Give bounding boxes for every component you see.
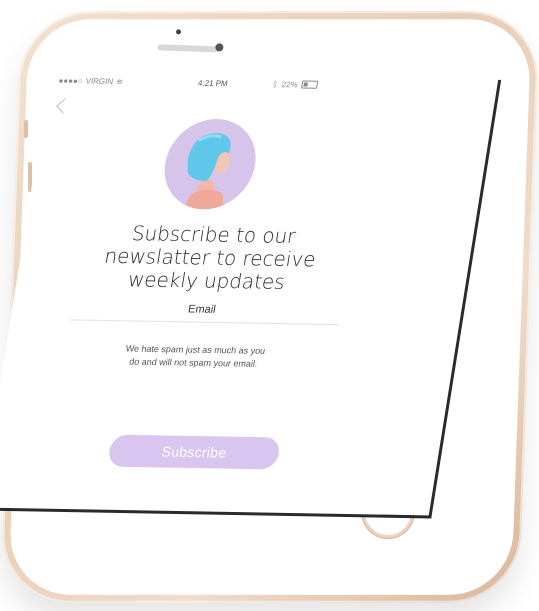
phone: ●●●●○ VIRGIN ≋ 4:21 PM ᛒ 22% Subscribe t…: [0, 11, 539, 603]
silent-switch: [24, 120, 28, 138]
battery-percent: 22%: [281, 79, 299, 89]
page-title: Subscribe to our newslatter to receive w…: [75, 221, 345, 295]
front-camera: [215, 43, 224, 52]
status-right: ᛒ 22%: [272, 79, 319, 89]
avatar-illustration: [164, 119, 256, 210]
disclaimer-text: We hate spam just as much as you do and …: [93, 342, 296, 372]
proximity-sensor: [175, 29, 182, 35]
battery-icon: [301, 80, 319, 89]
email-field-underline: [70, 319, 340, 326]
email-field[interactable]: Email: [151, 303, 253, 317]
back-arrow-icon[interactable]: [56, 98, 72, 114]
status-left: ●●●●○ VIRGIN ≋: [58, 76, 124, 86]
bluetooth-icon: ᛒ: [272, 79, 279, 89]
stage: ●●●●○ VIRGIN ≋ 4:21 PM ᛒ 22% Subscribe t…: [0, 0, 539, 611]
earpiece-speaker: [157, 44, 220, 53]
subscribe-button[interactable]: Subscribe: [106, 434, 282, 470]
avatar: [158, 118, 263, 211]
phone-screen: ●●●●○ VIRGIN ≋ 4:21 PM ᛒ 22% Subscribe t…: [0, 72, 502, 519]
carrier-label: VIRGIN: [85, 76, 114, 86]
signal-icon: ●●●●○: [57, 75, 84, 86]
headline-line-3: weekly updates: [126, 267, 287, 294]
wifi-icon: ≋: [115, 76, 124, 86]
status-time: 4:21 PM: [197, 78, 229, 88]
